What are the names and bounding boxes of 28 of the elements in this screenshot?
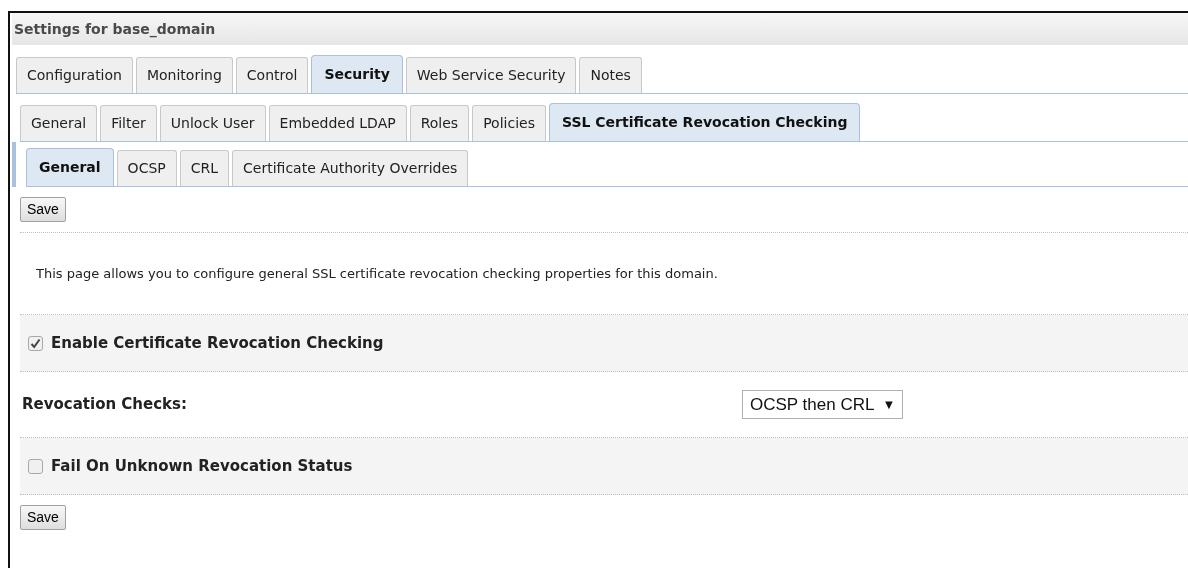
panel-title: Settings for base_domain <box>14 19 216 40</box>
checkbox[interactable] <box>28 458 43 474</box>
checkbox-label: Enable Certificate Revocation Checking <box>51 332 384 354</box>
tab[interactable]: Certificate Authority Overrides <box>232 150 469 186</box>
description-text: This page allows you to configure general SSL certificate revocation checking properties for this domain. <box>36 264 718 283</box>
tab[interactable]: Web Service Security <box>405 57 577 93</box>
save-button[interactable]: Save <box>20 197 66 222</box>
tab[interactable]: General <box>26 148 114 186</box>
tab[interactable]: Policies <box>472 105 546 141</box>
tab[interactable]: Roles <box>409 105 470 141</box>
tab[interactable]: Filter <box>100 105 157 141</box>
tab[interactable]: General <box>20 105 98 141</box>
revocation-checks-dropdown[interactable]: OCSP then CRL ▼ <box>742 390 904 419</box>
tab[interactable]: Notes <box>579 57 642 93</box>
field-label: Revocation Checks: <box>22 394 188 416</box>
tab[interactable]: OCSP <box>116 150 177 186</box>
tab[interactable]: Configuration <box>16 57 133 93</box>
tab[interactable]: CRL <box>179 150 230 186</box>
tab[interactable]: Unlock User <box>159 105 266 141</box>
checkbox[interactable] <box>28 335 43 351</box>
tab[interactable]: Control <box>235 57 309 93</box>
check-icon <box>30 337 41 349</box>
tab[interactable]: Monitoring <box>135 57 233 93</box>
tab[interactable]: Security <box>311 55 403 93</box>
checkbox-label: Fail On Unknown Revocation Status <box>51 455 353 477</box>
save-button[interactable]: Save <box>20 505 66 530</box>
tab[interactable]: SSL Certificate Revocation Checking <box>548 103 861 141</box>
tab[interactable]: Embedded LDAP <box>268 105 407 141</box>
